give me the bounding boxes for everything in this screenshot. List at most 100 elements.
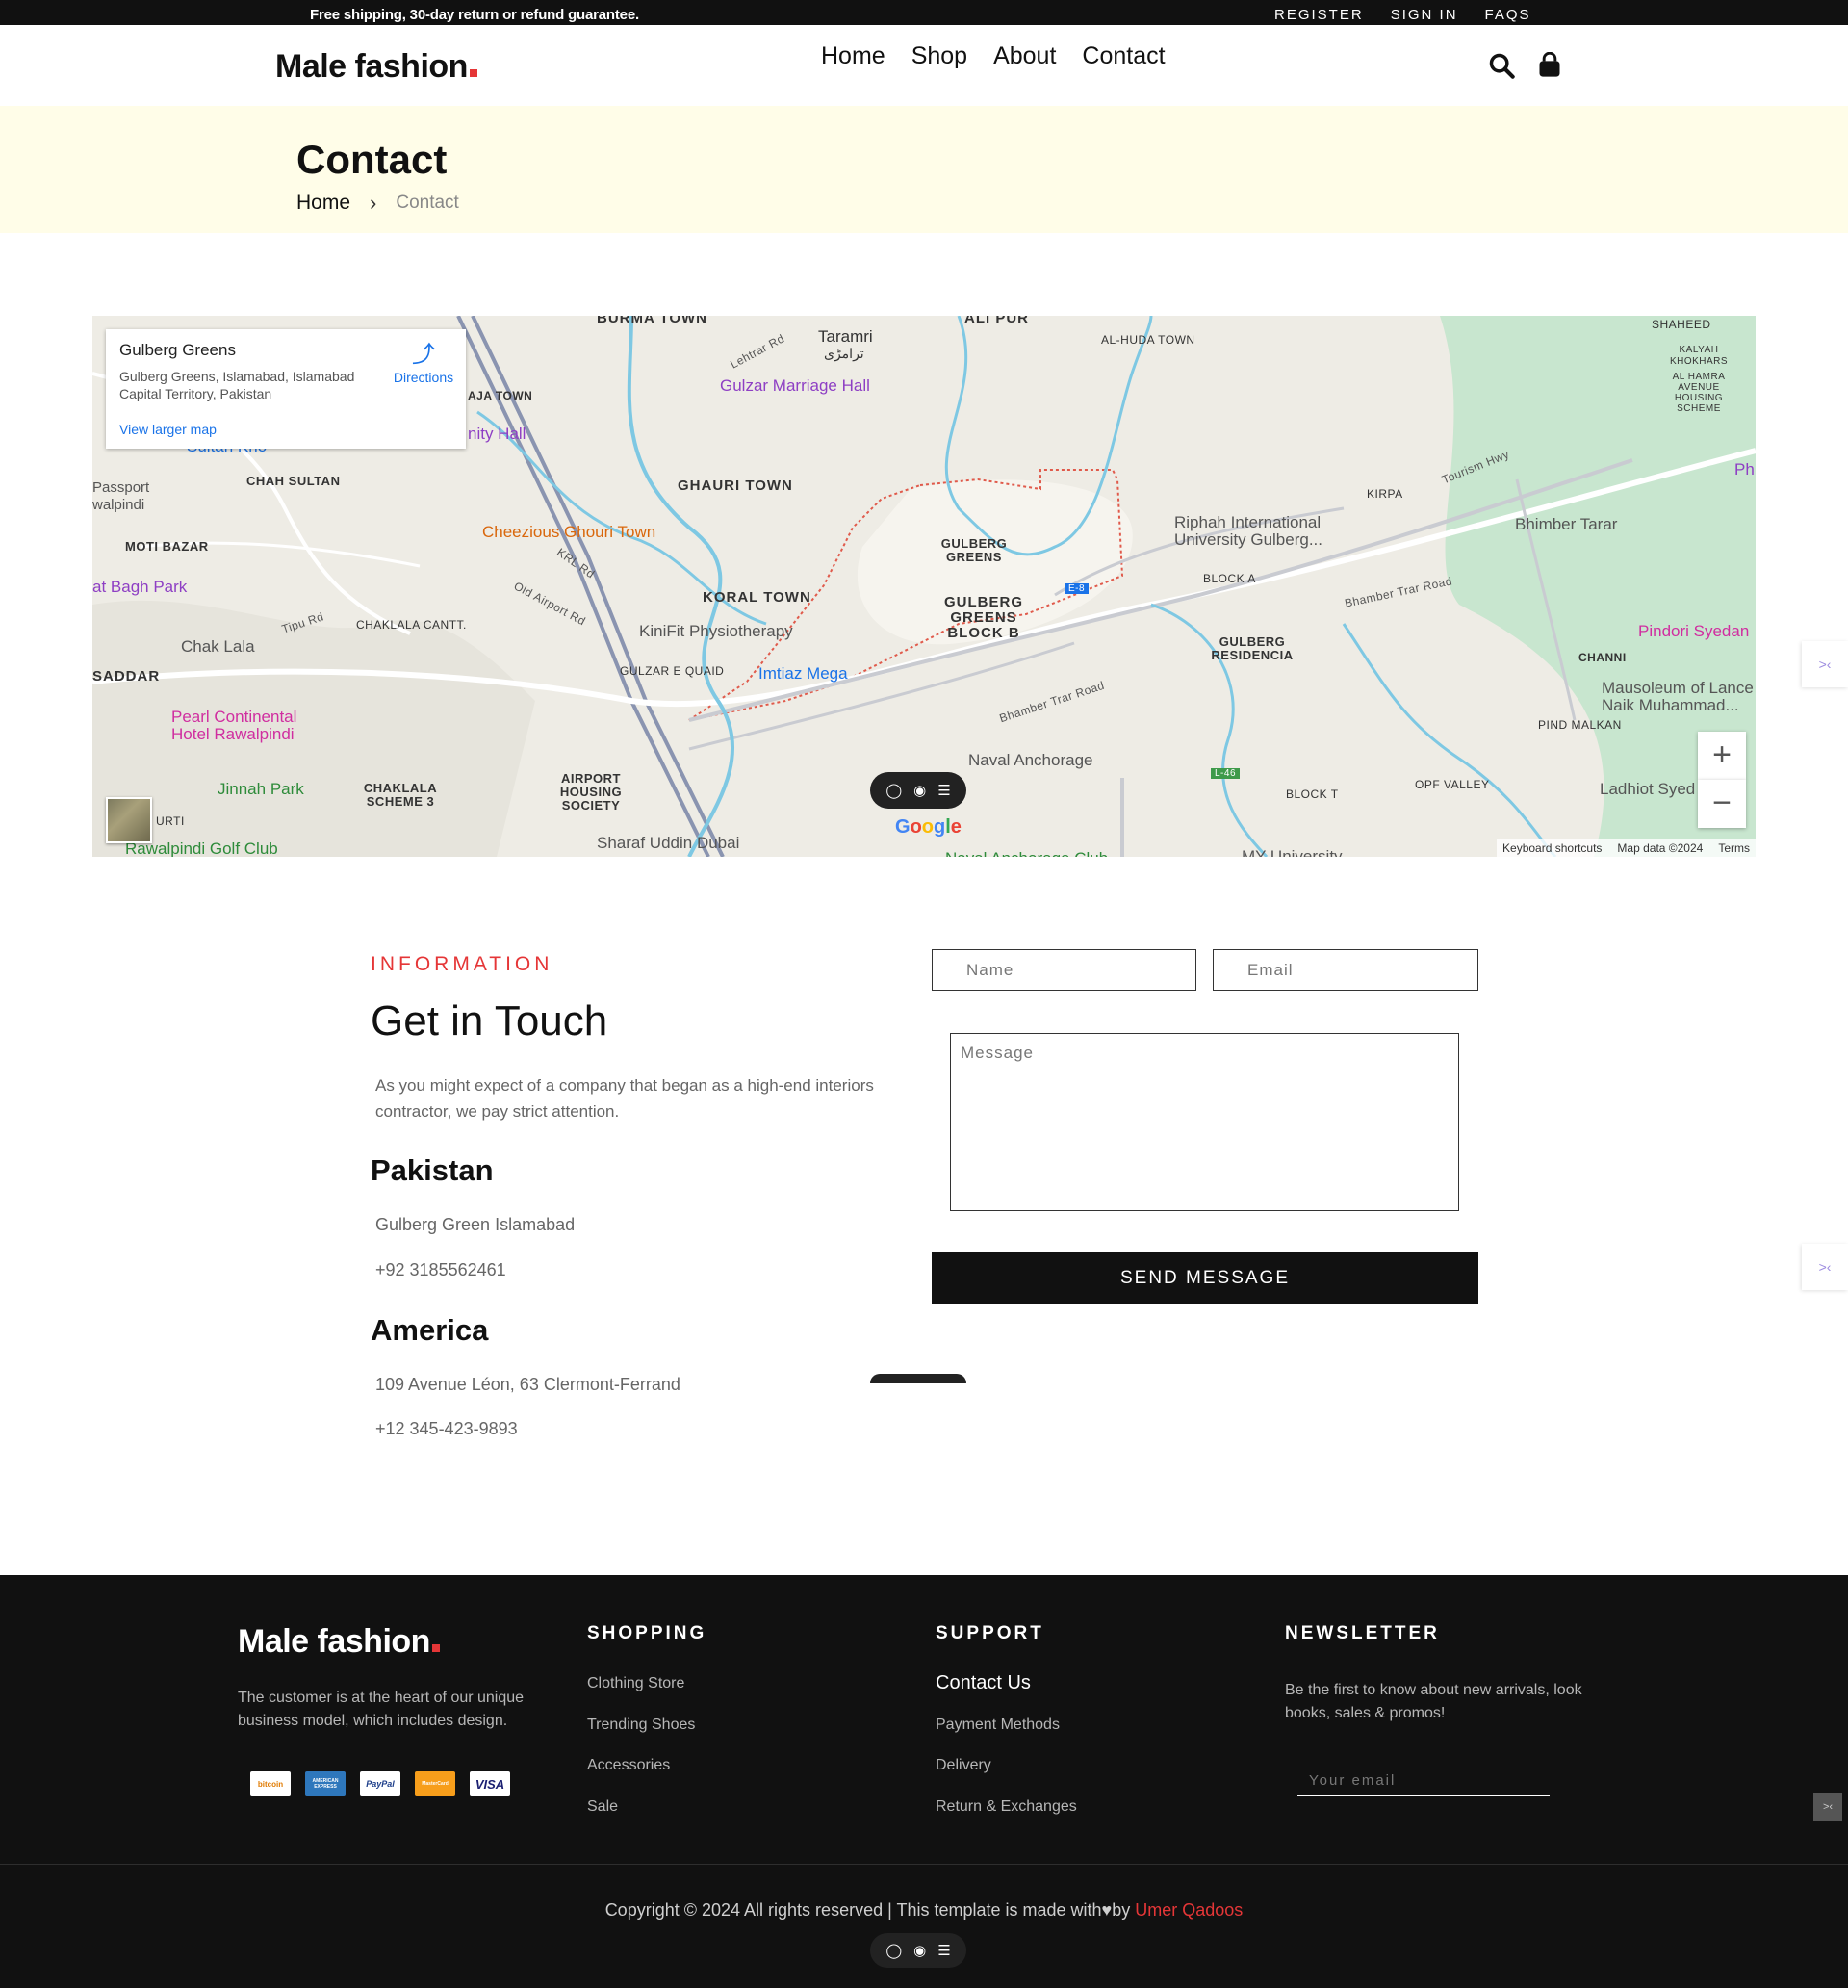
map-label-my-university: MY University xyxy=(1242,847,1343,857)
faqs-link[interactable]: FAQS xyxy=(1485,7,1531,23)
footer-link-contact-us[interactable]: Contact Us xyxy=(936,1672,1031,1694)
zoom-out-button[interactable]: − xyxy=(1698,780,1746,828)
map-card-title: Gulberg Greens xyxy=(119,341,236,359)
map-label-kirpa: KIRPA xyxy=(1367,487,1403,501)
menu-icon[interactable]: ☰ xyxy=(937,1942,950,1959)
footer-link-accessories[interactable]: Accessories xyxy=(587,1757,670,1774)
side-widget-icon[interactable]: >‹ xyxy=(1802,641,1848,687)
map-label-ghauri-town: GHAURI TOWN xyxy=(678,478,793,494)
directions-button[interactable]: ⤴ Directions xyxy=(385,341,462,385)
map-label-pearl-continental: Pearl Continental Hotel Rawalpindi xyxy=(171,708,297,743)
eye-icon[interactable]: ◉ xyxy=(913,782,926,799)
office-country-pakistan: Pakistan xyxy=(371,1153,494,1187)
map-label-aja-town: AJA TOWN xyxy=(468,389,533,402)
map-card-address: Gulberg Greens, Islamabad, Islamabad Cap… xyxy=(119,369,355,401)
shopping-bag-icon[interactable] xyxy=(1536,52,1563,79)
view-larger-map-link[interactable]: View larger map xyxy=(119,422,217,437)
message-textarea[interactable] xyxy=(950,1033,1459,1211)
logo-dot xyxy=(431,1644,440,1652)
eye-icon[interactable]: ◉ xyxy=(913,1942,926,1959)
map-data-text: Map data ©2024 xyxy=(1617,841,1704,855)
top-announcement-bar: Free shipping, 30-day return or refund g… xyxy=(0,0,1848,25)
sign-in-link[interactable]: SIGN IN xyxy=(1391,7,1458,23)
map-label-chak-lala: Chak Lala xyxy=(181,637,255,656)
comment-icon[interactable]: ◯ xyxy=(886,1942,902,1959)
terms-link[interactable]: Terms xyxy=(1718,841,1750,855)
footer-link-returns[interactable]: Return & Exchanges xyxy=(936,1798,1077,1816)
breadcrumb: Home › Contact xyxy=(296,191,459,216)
nav-home[interactable]: Home xyxy=(821,42,886,70)
map-label-gulzar-marriage-hall: Gulzar Marriage Hall xyxy=(720,376,870,395)
map-label-chaklala-cantt: CHAKLALA CANTT. xyxy=(356,618,467,632)
newsletter-email-input[interactable] xyxy=(1297,1766,1550,1796)
copyright: Copyright © 2024 All rights reserved | T… xyxy=(0,1900,1848,1921)
register-link[interactable]: REGISTER xyxy=(1274,7,1364,23)
name-input[interactable] xyxy=(932,949,1196,991)
zoom-in-button[interactable]: + xyxy=(1698,732,1746,780)
map-label-riphah: Riphah International University Gulberg.… xyxy=(1174,513,1322,549)
footer-link-delivery[interactable]: Delivery xyxy=(936,1757,991,1774)
page-title: Contact xyxy=(296,137,448,182)
footer-link-trending-shoes[interactable]: Trending Shoes xyxy=(587,1717,695,1734)
payment-label: PayPal xyxy=(366,1779,395,1789)
heart-icon: ♥ xyxy=(1101,1900,1113,1920)
visa-icon: VISA xyxy=(470,1771,510,1796)
map-label-opf-valley: OPF VALLEY xyxy=(1415,778,1490,791)
breadcrumb-current: Contact xyxy=(396,193,459,213)
map-label-al-hamra: AL HAMRA AVENUE HOUSING SCHEME xyxy=(1672,372,1726,414)
map-label-bagh-park: at Bagh Park xyxy=(92,578,188,596)
comment-icon[interactable]: ◯ xyxy=(886,782,902,799)
footer-link-clothing-store[interactable]: Clothing Store xyxy=(587,1675,684,1692)
email-input[interactable] xyxy=(1213,949,1478,991)
search-icon[interactable] xyxy=(1488,52,1515,79)
footer-logo-text: Male fashion xyxy=(238,1623,430,1660)
map-label-taramri-urdu: ترامڑی xyxy=(824,346,864,361)
office-phone-america: +12 345-423-9893 xyxy=(375,1419,518,1438)
footer-link-sale[interactable]: Sale xyxy=(587,1798,618,1816)
send-message-button[interactable]: SEND MESSAGE xyxy=(932,1252,1478,1304)
map-label-airport-housing: AIRPORT HOUSING SOCIETY xyxy=(559,771,623,813)
copyright-text: Copyright © 2024 All rights reserved | T… xyxy=(604,1900,1102,1920)
map-label-shaheed: SHAHEED xyxy=(1652,318,1711,331)
satellite-toggle-thumbnail[interactable] xyxy=(106,797,152,843)
contact-intro: As you might expect of a company that be… xyxy=(375,1076,874,1121)
amex-icon: AMERICAN EXPRESS xyxy=(305,1771,346,1796)
side-widget-icon[interactable]: >‹ xyxy=(1813,1793,1842,1821)
map-label-channi: CHANNI xyxy=(1578,651,1627,664)
get-in-touch-heading: Get in Touch xyxy=(371,997,608,1045)
map-label-l46: L-46 xyxy=(1211,768,1241,779)
map-label-kalyah-khokhars: KALYAH KHOKHARS xyxy=(1669,345,1729,367)
menu-icon[interactable]: ☰ xyxy=(937,782,950,799)
map-label-naval-club: Naval Anchorage Club xyxy=(945,849,1108,857)
nav-contact[interactable]: Contact xyxy=(1082,42,1165,70)
directions-label: Directions xyxy=(393,370,454,385)
map-label-jinnah-park: Jinnah Park xyxy=(218,780,304,798)
side-widget-icon[interactable]: >‹ xyxy=(1802,1244,1848,1290)
main-nav: Home Shop About Contact xyxy=(821,42,1166,70)
map-label-bhimber-tarar: Bhimber Tarar xyxy=(1515,515,1618,533)
map-footer: Keyboard shortcuts Map data ©2024 Terms xyxy=(1497,839,1756,857)
map-label-block-a: BLOCK A xyxy=(1203,572,1256,585)
site-logo[interactable]: Male fashion xyxy=(275,48,477,86)
nav-about[interactable]: About xyxy=(993,42,1056,70)
payment-label: bitcoin xyxy=(257,1779,284,1789)
support-heading: SUPPORT xyxy=(936,1623,1044,1643)
keyboard-shortcuts-link[interactable]: Keyboard shortcuts xyxy=(1502,841,1602,855)
nav-shop[interactable]: Shop xyxy=(911,42,967,70)
footer-link-payment-methods[interactable]: Payment Methods xyxy=(936,1717,1060,1734)
map-label-ali-pur: ALI PUR xyxy=(964,316,1029,326)
map-label-saddar: SADDAR xyxy=(92,668,161,684)
map-label-chaklala-scheme-3: CHAKLALA SCHEME 3 xyxy=(363,781,438,809)
newsletter-text: Be the first to know about new arrivals,… xyxy=(1285,1682,1582,1721)
information-tag: INFORMATION xyxy=(371,953,553,975)
shopping-heading: SHOPPING xyxy=(587,1623,707,1643)
floating-toolbar: ◯ ◉ ☰ xyxy=(870,772,966,809)
paypal-icon: PayPal xyxy=(360,1771,400,1796)
office-country-america: America xyxy=(371,1313,489,1347)
payment-label: VISA xyxy=(475,1776,505,1792)
breadcrumb-home[interactable]: Home xyxy=(296,192,350,215)
logo-dot xyxy=(469,69,477,77)
map-label-gulberg-residencia: GULBERG RESIDENCIA xyxy=(1211,634,1294,662)
footer-logo[interactable]: Male fashion xyxy=(238,1623,440,1661)
author-link[interactable]: Umer Qadoos xyxy=(1135,1900,1243,1920)
